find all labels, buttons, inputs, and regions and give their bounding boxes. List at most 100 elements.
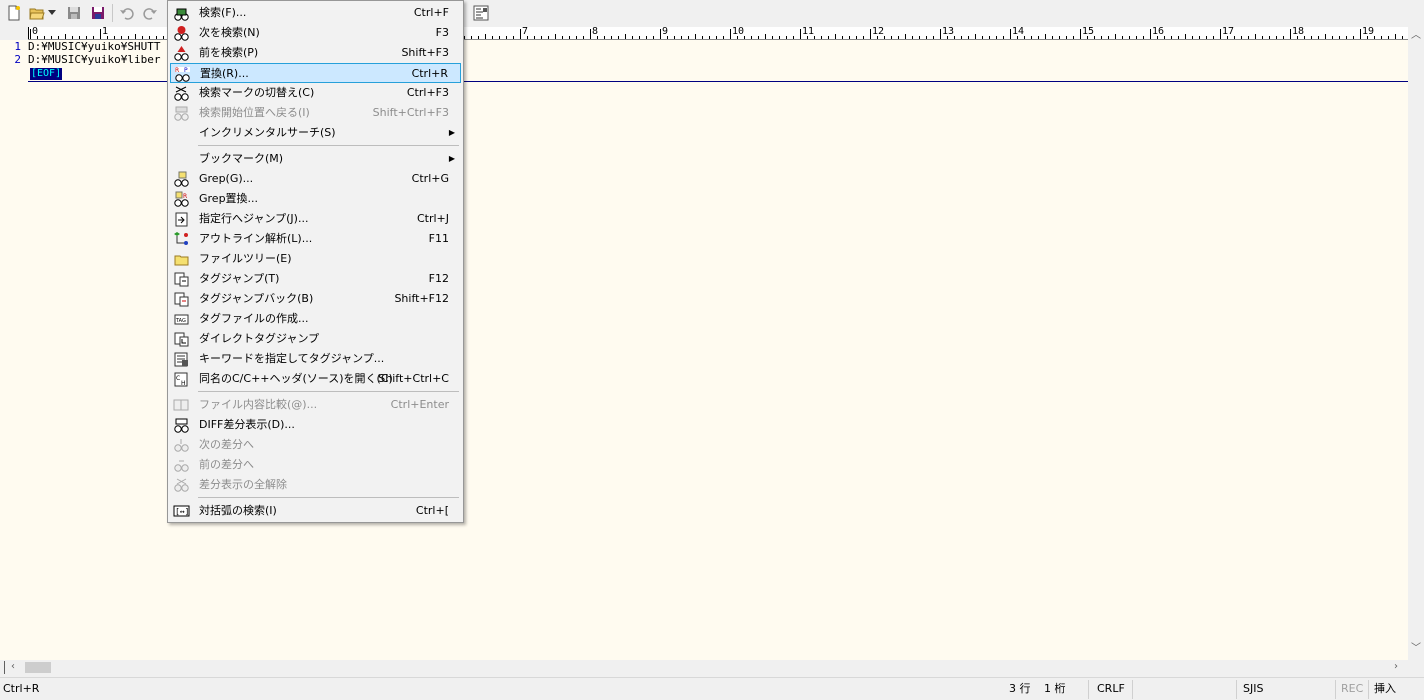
open-folder-icon[interactable] bbox=[27, 3, 47, 23]
ruler-tick bbox=[590, 29, 591, 39]
ruler-tick bbox=[1178, 36, 1179, 39]
scroll-down-icon[interactable]: ﹀ bbox=[1411, 642, 1421, 656]
menu-item-14[interactable]: タグジャンプ(T) F12 bbox=[170, 269, 461, 289]
menu-item-2[interactable]: 次を検索(N) F3 bbox=[170, 23, 461, 43]
ruler-tick bbox=[646, 36, 647, 39]
menu-item-10[interactable]: R Grep置換... bbox=[170, 189, 461, 209]
ruler-tick bbox=[93, 36, 94, 39]
scroll-up-icon[interactable]: ︿ bbox=[1411, 29, 1421, 43]
menu-item-7[interactable]: インクリメンタルサーチ(S) ▶ bbox=[170, 123, 461, 143]
status-separator bbox=[1236, 680, 1237, 699]
menu-item-shortcut: Shift+F12 bbox=[394, 292, 449, 305]
ruler-tick bbox=[898, 36, 899, 39]
menu-item-6: 検索開始位置へ戻る(I) Shift+Ctrl+F3 bbox=[170, 103, 461, 123]
outline-window-icon[interactable] bbox=[471, 3, 491, 23]
ruler-label: 10 bbox=[732, 27, 745, 37]
scroll-right-icon[interactable]: › bbox=[1394, 660, 1398, 674]
menu-item-9[interactable]: Grep(G)... Ctrl+G bbox=[170, 169, 461, 189]
ruler-tick bbox=[765, 34, 766, 39]
menu-item-21[interactable]: DIFF差分表示(D)... bbox=[170, 415, 461, 435]
svg-text:C: C bbox=[176, 375, 180, 382]
menu-item-19[interactable]: C H 同名のC/C++ヘッダ(ソース)を開く(C) Shift+Ctrl+C bbox=[170, 369, 461, 389]
ruler-tick bbox=[506, 36, 507, 39]
menu-item-8[interactable]: ブックマーク(M) ▶ bbox=[170, 149, 461, 169]
ruler-tick bbox=[79, 36, 80, 39]
ruler-tick bbox=[961, 36, 962, 39]
menu-item-1[interactable]: 検索(F)... Ctrl+F bbox=[170, 3, 461, 23]
new-file-icon[interactable] bbox=[4, 3, 24, 23]
menu-item-5[interactable]: 検索マークの切替え(C) Ctrl+F3 bbox=[170, 83, 461, 103]
ruler-tick bbox=[1045, 34, 1046, 39]
status-insert-mode[interactable]: 挿入 bbox=[1374, 682, 1396, 696]
ruler-tick bbox=[583, 36, 584, 39]
ruler-tick bbox=[513, 36, 514, 39]
next-diff-icon bbox=[172, 436, 190, 454]
menu-item-label: アウトライン解析(L)... bbox=[199, 232, 313, 245]
menu-item-13[interactable]: ファイルツリー(E) bbox=[170, 249, 461, 269]
ruler-tick bbox=[1255, 34, 1256, 39]
scroll-left-icon[interactable]: ‹ bbox=[11, 660, 15, 674]
bracket-search-icon: [↔] bbox=[172, 502, 190, 520]
menu-separator bbox=[198, 497, 459, 498]
ruler-tick bbox=[870, 29, 871, 39]
vertical-scrollbar[interactable]: ︿ ﹀ bbox=[1408, 27, 1424, 660]
ruler-tick bbox=[681, 36, 682, 39]
ruler-label: 14 bbox=[1012, 27, 1025, 37]
save-all-icon[interactable] bbox=[88, 3, 108, 23]
ruler-tick bbox=[1311, 36, 1312, 39]
ruler-tick bbox=[1164, 36, 1165, 39]
menu-item-18[interactable]: キーワードを指定してタグジャンプ... bbox=[170, 349, 461, 369]
menu-separator bbox=[198, 391, 459, 392]
ruler-tick bbox=[464, 36, 465, 39]
ruler-tick bbox=[709, 36, 710, 39]
menu-item-16[interactable]: TAG タグファイルの作成... bbox=[170, 309, 461, 329]
status-separator bbox=[1132, 680, 1133, 699]
ruler-tick bbox=[1052, 36, 1053, 39]
ruler-tick bbox=[51, 36, 52, 39]
menu-item-label: 前を検索(P) bbox=[199, 46, 259, 59]
status-encoding[interactable]: SJIS bbox=[1243, 682, 1263, 696]
svg-text:R: R bbox=[175, 67, 179, 74]
ruler-tick bbox=[156, 36, 157, 39]
ruler-tick bbox=[653, 36, 654, 39]
horizontal-scrollbar[interactable]: ‹ › bbox=[0, 660, 1408, 675]
open-dropdown-chevron-down-icon[interactable] bbox=[46, 3, 58, 23]
ruler-tick bbox=[611, 36, 612, 39]
ruler-label: 18 bbox=[1292, 27, 1305, 37]
ruler-tick bbox=[954, 36, 955, 39]
menu-item-label: 指定行へジャンプ(J)... bbox=[199, 212, 309, 225]
menu-separator bbox=[198, 145, 459, 146]
submenu-arrow-icon: ▶ bbox=[448, 128, 455, 137]
ruler-tick bbox=[1213, 36, 1214, 39]
menu-item-label: 次の差分へ bbox=[199, 438, 254, 451]
ruler-tick bbox=[1171, 36, 1172, 39]
ruler-tick bbox=[1318, 36, 1319, 39]
status-column: 1 桁 bbox=[1044, 682, 1066, 695]
horizontal-scroll-thumb[interactable] bbox=[25, 662, 51, 673]
ruler-tick bbox=[730, 29, 731, 39]
ruler-tick bbox=[912, 36, 913, 39]
ruler-tick bbox=[919, 36, 920, 39]
text-line[interactable]: D:¥MUSIC¥yuiko¥liber bbox=[28, 53, 160, 66]
ruler-tick bbox=[639, 36, 640, 39]
status-line-ending[interactable]: CRLF bbox=[1097, 682, 1125, 696]
menu-item-11[interactable]: 指定行へジャンプ(J)... Ctrl+J bbox=[170, 209, 461, 229]
menu-item-25[interactable]: [↔] 対括弧の検索(I) Ctrl+[ bbox=[170, 501, 461, 521]
menu-item-17[interactable]: ダイレクトタグジャンプ bbox=[170, 329, 461, 349]
ruler-cursor-marker bbox=[28, 27, 29, 39]
ruler-tick bbox=[695, 34, 696, 39]
save-icon[interactable] bbox=[64, 3, 84, 23]
ruler-tick bbox=[128, 36, 129, 39]
menu-item-4[interactable]: R P 置換(R)... Ctrl+R bbox=[170, 63, 461, 83]
menu-item-shortcut: Ctrl+G bbox=[411, 172, 449, 185]
menu-item-label: ファイル内容比較(@)... bbox=[199, 398, 318, 411]
menu-item-12[interactable]: アウトライン解析(L)... F11 bbox=[170, 229, 461, 249]
menu-item-15[interactable]: タグジャンプバック(B) Shift+F12 bbox=[170, 289, 461, 309]
ruler-tick bbox=[1073, 36, 1074, 39]
undo-icon[interactable] bbox=[117, 3, 137, 23]
ruler-tick bbox=[1395, 34, 1396, 39]
redo-icon[interactable] bbox=[140, 3, 160, 23]
jump-line-icon bbox=[172, 210, 190, 228]
menu-item-3[interactable]: 前を検索(P) Shift+F3 bbox=[170, 43, 461, 63]
text-line[interactable]: D:¥MUSIC¥yuiko¥SHUTT bbox=[28, 40, 160, 53]
